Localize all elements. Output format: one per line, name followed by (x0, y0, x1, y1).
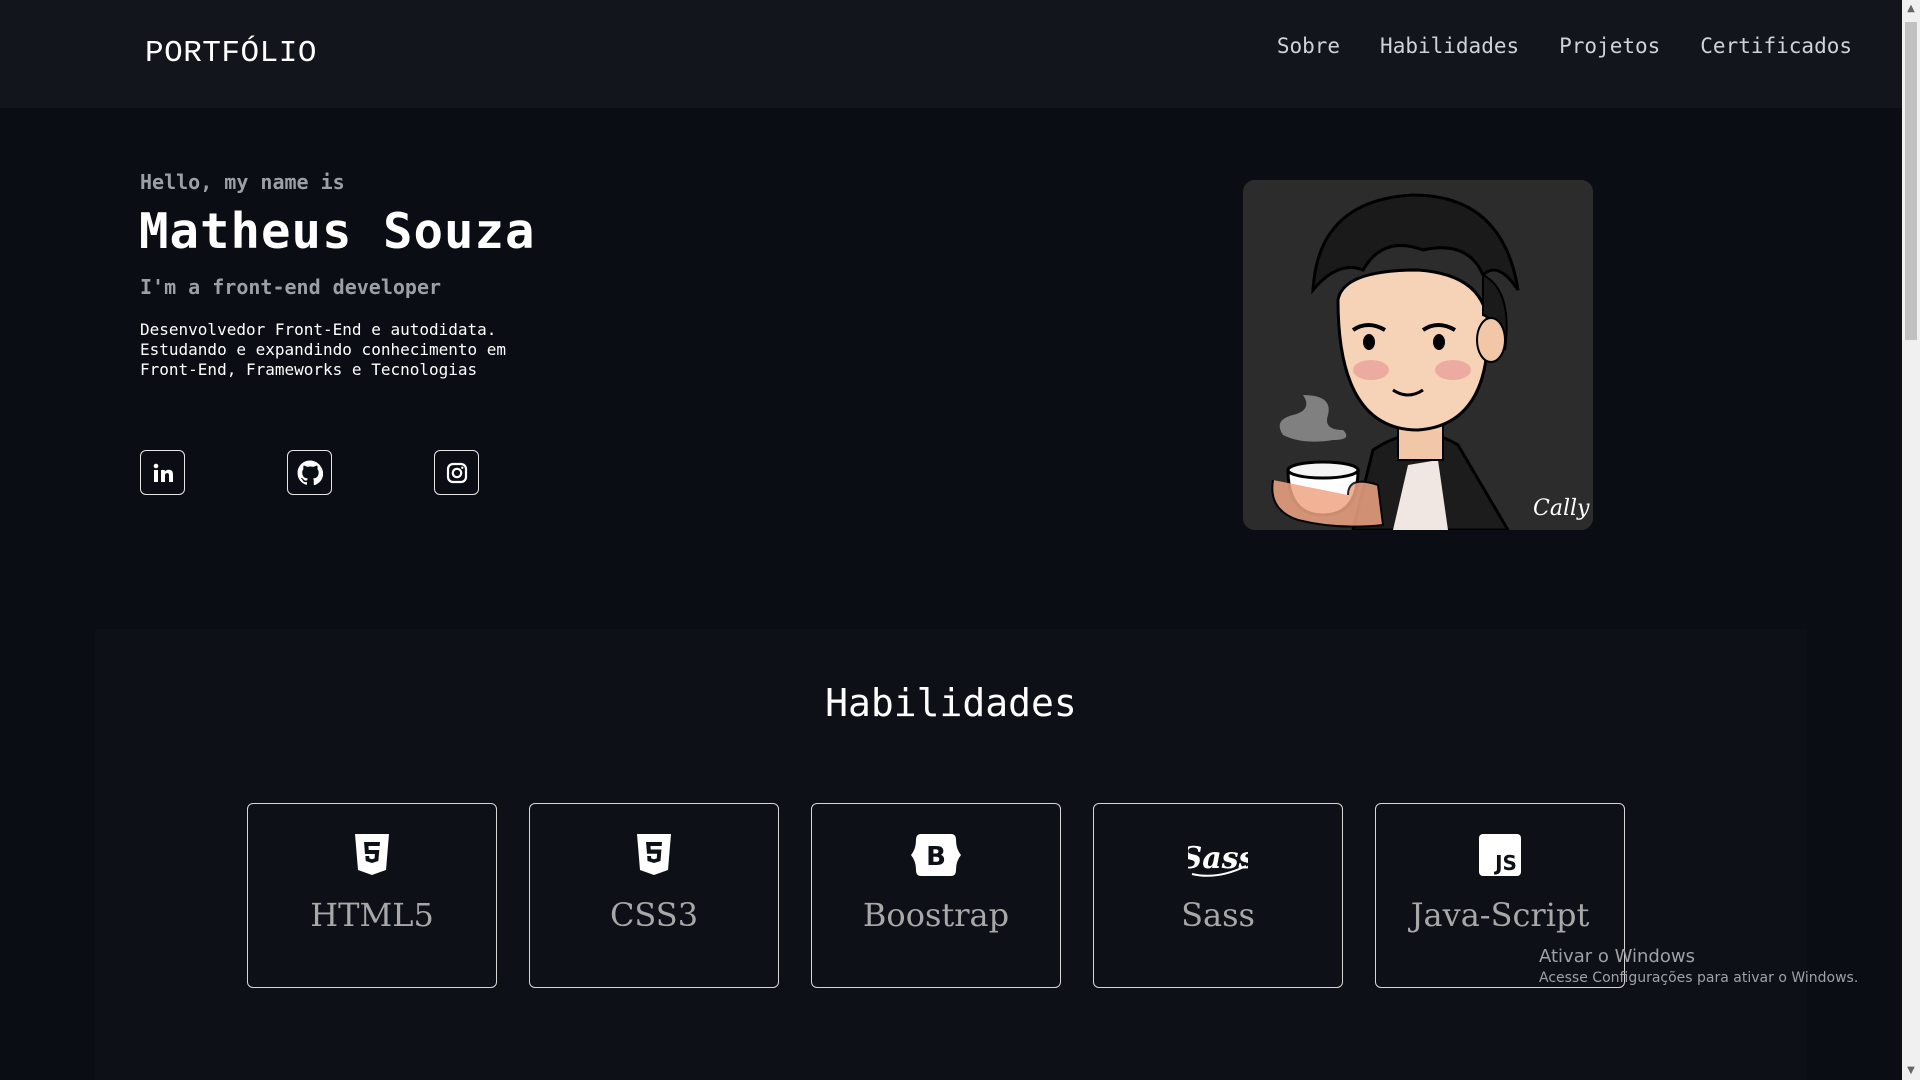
css3-icon (637, 834, 671, 875)
hero-role: I'm a front-end developer (140, 275, 442, 299)
sass-icon: Sass (1188, 841, 1248, 877)
hero-greeting: Hello, my name is (140, 170, 345, 194)
svg-text:JS: JS (1493, 851, 1517, 875)
svg-text:Sass: Sass (1188, 841, 1248, 876)
skill-label: Boostrap (862, 896, 1010, 934)
skill-label: CSS3 (609, 896, 699, 934)
hero-name: Matheus Souza (139, 203, 536, 260)
scroll-up-arrow-icon[interactable]: ▲ (1902, 0, 1920, 18)
scroll-thumb[interactable] (1905, 22, 1917, 340)
scroll-down-arrow-icon[interactable]: ▼ (1902, 1062, 1920, 1080)
avatar: Cally (1243, 180, 1593, 530)
skill-card-sass[interactable]: Sass Sass (1093, 803, 1343, 988)
instagram-icon (446, 462, 467, 483)
github-button[interactable] (287, 450, 332, 495)
skill-card-bootstrap[interactable]: B Boostrap (811, 803, 1061, 988)
main-nav: Sobre Habilidades Projetos Certificados (1277, 34, 1852, 58)
svg-text:B: B (926, 842, 946, 872)
nav-link-projetos[interactable]: Projetos (1559, 34, 1660, 58)
watermark-subtitle: Acesse Configurações para ativar o Windo… (1539, 970, 1859, 986)
bootstrap-icon: B (911, 834, 961, 876)
linkedin-button[interactable] (140, 450, 185, 495)
skills-section: Habilidades HTML5 CSS3 B Boostrap as Sas… (95, 629, 1807, 1080)
svg-text:Cally: Cally (1533, 496, 1590, 521)
instagram-button[interactable] (434, 450, 479, 495)
github-icon (297, 460, 323, 485)
hero-description: Desenvolvedor Front-End e autodidata. Es… (140, 320, 507, 379)
skill-label: HTML5 (310, 896, 434, 934)
skill-card-html5[interactable]: HTML5 (247, 803, 497, 988)
site-header: PORTFÓLIO Sobre Habilidades Projetos Cer… (0, 0, 1902, 108)
nav-link-habilidades[interactable]: Habilidades (1380, 34, 1519, 58)
skill-label: Java-Script (1410, 896, 1590, 934)
site-logo[interactable]: PORTFÓLIO (145, 36, 317, 71)
nav-link-certificados[interactable]: Certificados (1700, 34, 1852, 58)
skill-card-css3[interactable]: CSS3 (529, 803, 779, 988)
avatar-illustration: Cally (1243, 180, 1593, 530)
html5-icon (355, 834, 389, 875)
windows-activation-watermark: Ativar o Windows Acesse Configurações pa… (1539, 946, 1858, 986)
page-scrollbar[interactable]: ▲ ▼ (1902, 0, 1920, 1080)
skill-label: Sass (1181, 896, 1255, 934)
linkedin-icon (153, 463, 173, 482)
javascript-icon: JS (1479, 834, 1521, 876)
watermark-title: Ativar o Windows (1539, 946, 1695, 967)
skills-title: Habilidades (825, 681, 1077, 725)
nav-link-sobre[interactable]: Sobre (1277, 34, 1340, 58)
